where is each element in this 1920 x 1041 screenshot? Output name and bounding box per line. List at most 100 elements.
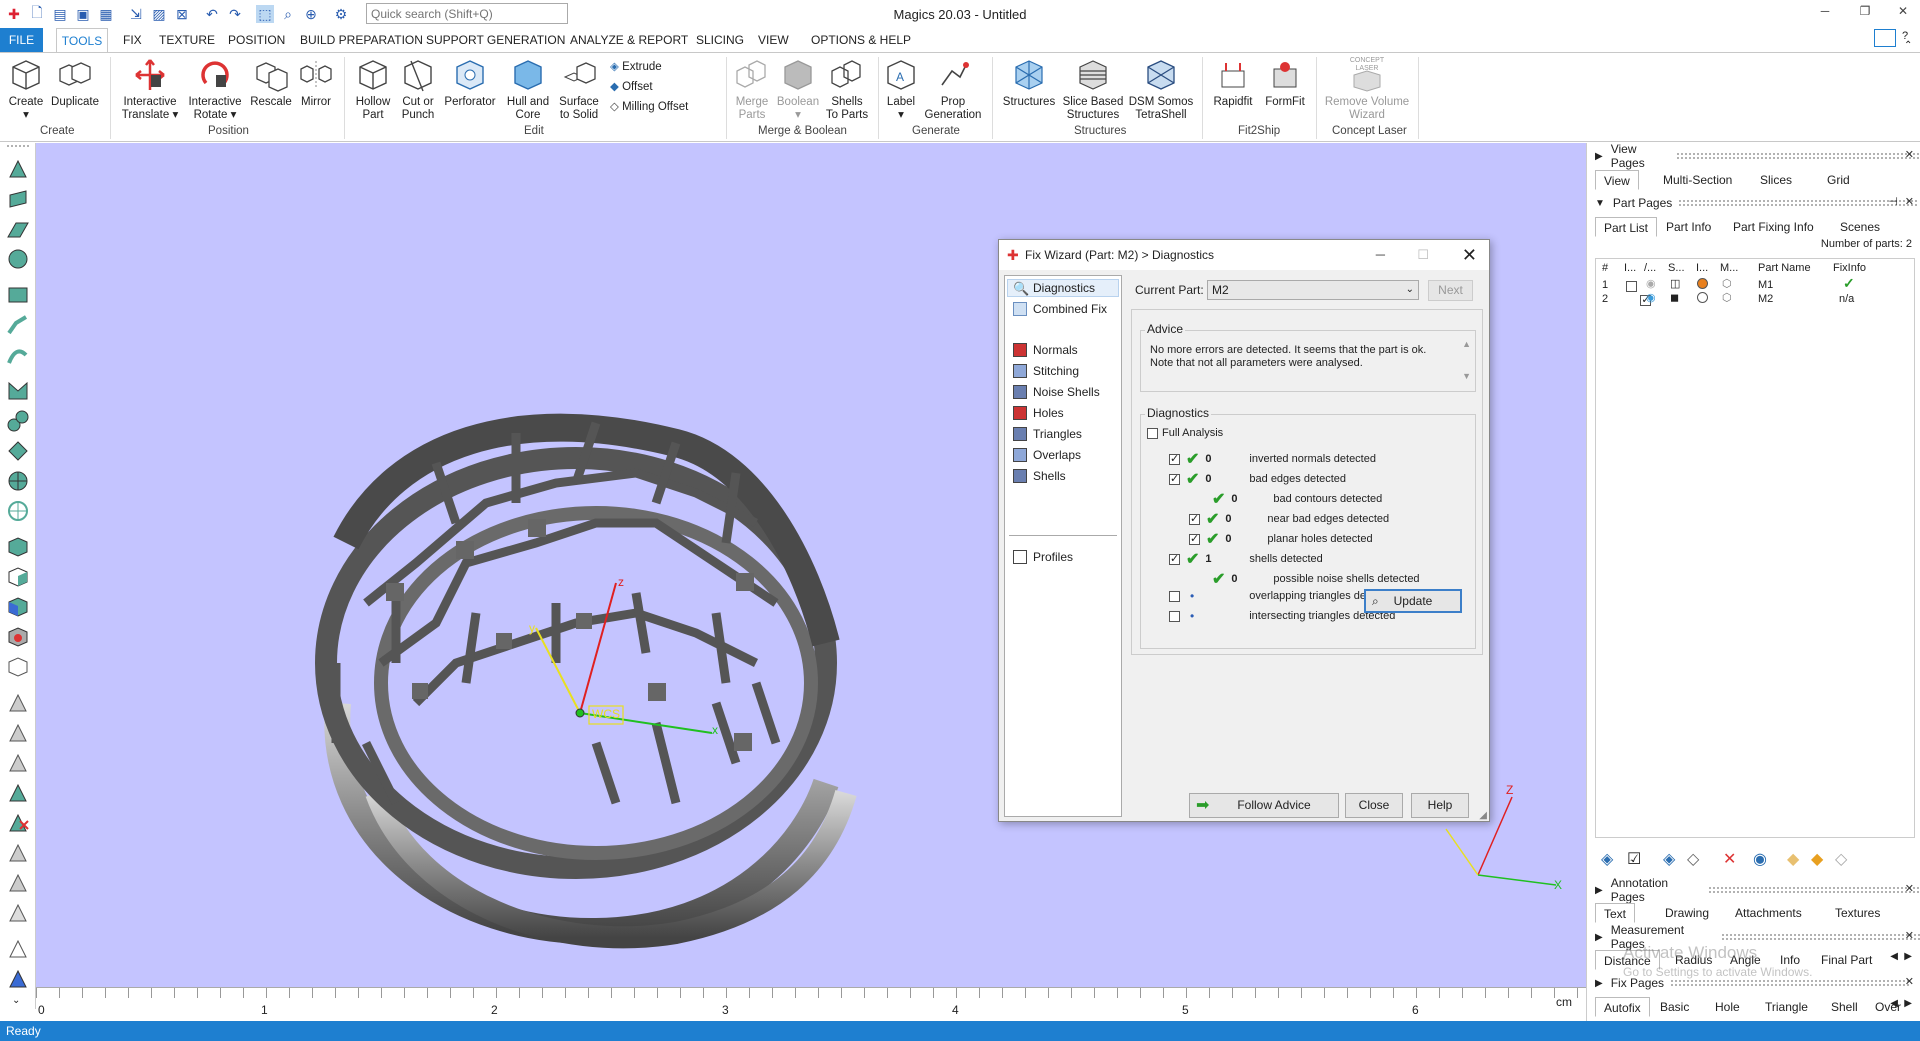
diag-checkbox[interactable] [1169, 590, 1180, 602]
part-settings-icon[interactable]: ◉ [1753, 849, 1767, 869]
tab-part-list[interactable]: Part List [1595, 217, 1658, 237]
select-shell-icon[interactable] [6, 247, 30, 271]
resize-grip-icon[interactable]: ◢ [1479, 810, 1487, 821]
scroll-down-icon[interactable]: ▼ [1462, 371, 1471, 381]
create-button[interactable]: Create ▾ [8, 57, 44, 122]
nav-triangles[interactable]: Triangles [1013, 427, 1082, 441]
diag-checkbox[interactable] [1169, 610, 1180, 622]
pin-part-pages-icon[interactable]: ⊣ [1888, 195, 1898, 208]
view-cube-green-icon[interactable] [6, 535, 30, 559]
close-view-pages-icon[interactable]: ✕ [1905, 148, 1914, 161]
toolbar-more-icon[interactable]: ⌄ [12, 995, 20, 1006]
tab-drawing[interactable]: Drawing [1665, 903, 1709, 923]
tab-multi-section[interactable]: Multi-Section [1663, 170, 1732, 190]
tab-scroll-right-icon[interactable]: ▶ [1904, 998, 1912, 1009]
visibility-eye-icon[interactable]: ◉ [1646, 277, 1656, 290]
tab-textures[interactable]: Textures [1835, 903, 1880, 923]
merge-parts-button[interactable]: Merge Parts [732, 57, 772, 122]
layout-icon[interactable] [1874, 29, 1896, 47]
dialog-minimize-button[interactable]: ─ [1376, 240, 1385, 270]
nav-combined-fix[interactable]: Combined Fix [1013, 302, 1107, 316]
machine-icon[interactable]: ⬡ [1722, 291, 1732, 304]
tab-scroll-right-icon[interactable]: ▶ [1904, 951, 1912, 962]
shells-to-parts-button[interactable]: Shells To Parts [824, 57, 870, 122]
duplicate-part-icon[interactable]: ◇ [1687, 849, 1699, 869]
mark-sphere-icon[interactable] [6, 469, 30, 493]
hollow-part-button[interactable]: Hollow Part [352, 57, 394, 122]
tag-edit-icon[interactable]: ◆ [1811, 849, 1823, 869]
full-analysis-checkbox[interactable] [1147, 427, 1158, 439]
close-button[interactable]: Close [1345, 793, 1403, 818]
select-plane-icon[interactable] [6, 217, 30, 241]
part-color-icon[interactable] [1697, 292, 1708, 303]
load-part-icon[interactable]: ◈ [1601, 849, 1613, 869]
tab-part-fixing-info[interactable]: Part Fixing Info [1733, 217, 1814, 237]
check-part-icon[interactable]: ☑ [1627, 849, 1641, 869]
col-header-part-name[interactable]: Part Name [1758, 262, 1811, 274]
nav-noise-shells[interactable]: Noise Shells [1013, 385, 1100, 399]
col-header-number[interactable]: # [1602, 262, 1608, 274]
mark-connected-icon[interactable] [6, 409, 30, 433]
close-measurement-pages-icon[interactable]: ✕ [1905, 929, 1914, 942]
view-cube-red-icon[interactable] [6, 625, 30, 649]
visibility-eye-icon[interactable]: ◉ [1646, 291, 1656, 304]
tab-shell[interactable]: Shell [1831, 997, 1858, 1017]
interactive-translate-button[interactable]: Interactive Translate ▾ [118, 57, 182, 122]
tag-remove-icon[interactable]: ◇ [1835, 849, 1847, 869]
minimize-window-button[interactable]: ─ [1812, 4, 1838, 18]
view-pages-header[interactable]: ▶ View Pages [1595, 142, 1920, 170]
diag-checkbox[interactable] [1169, 552, 1180, 565]
col-header-machine[interactable]: M... [1720, 262, 1738, 274]
menu-tab-support-generation[interactable]: SUPPORT GENERATION [426, 33, 565, 47]
machine-icon[interactable]: ⬡ [1722, 277, 1732, 290]
prop-generation-button[interactable]: Prop Generation [922, 57, 984, 122]
perforator-button[interactable]: Perforator [442, 57, 498, 109]
remove-part-icon[interactable]: ✕ [1723, 849, 1736, 869]
close-part-pages-icon[interactable]: ✕ [1905, 195, 1914, 208]
col-header-color[interactable]: I... [1696, 262, 1708, 274]
unload-part-icon[interactable]: ◈ [1663, 849, 1675, 869]
tab-grid[interactable]: Grid [1827, 170, 1850, 190]
shading-icon[interactable]: ◼ [1670, 291, 1679, 304]
menu-tab-tools[interactable]: TOOLS [56, 28, 108, 53]
menu-tab-file[interactable]: FILE [0, 28, 43, 52]
menu-tab-slicing[interactable]: SLICING [696, 33, 744, 47]
nav-holes[interactable]: Holes [1013, 406, 1064, 420]
close-annotation-pages-icon[interactable]: ✕ [1905, 882, 1914, 895]
triangle-tool-6-icon[interactable] [6, 901, 30, 925]
triangle-tool-5-icon[interactable] [6, 871, 30, 895]
diag-checkbox[interactable] [1169, 452, 1180, 465]
milling-offset-button[interactable]: ◇ Milling Offset [610, 99, 688, 113]
tab-scenes[interactable]: Scenes [1840, 217, 1880, 237]
tab-autofix[interactable]: Autofix [1595, 997, 1650, 1017]
dialog-maximize-button[interactable]: ☐ [1417, 240, 1429, 270]
mark-rectangle-icon[interactable] [6, 283, 30, 307]
mark-region-icon[interactable] [6, 379, 30, 403]
tag-icon[interactable]: ◆ [1787, 849, 1799, 869]
menu-tab-position[interactable]: POSITION [228, 33, 285, 47]
nav-overlaps[interactable]: Overlaps [1013, 448, 1081, 462]
nav-profiles[interactable]: Profiles [1013, 550, 1073, 564]
update-button[interactable]: ⌕ Update [1364, 589, 1462, 613]
triangle-tool-3-icon[interactable] [6, 751, 30, 775]
scroll-up-icon[interactable]: ▲ [1462, 339, 1471, 349]
part-pages-header[interactable]: ▼ Part Pages [1595, 194, 1919, 212]
col-header-fixinfo[interactable]: FixInfo [1833, 262, 1866, 274]
slice-based-structures-button[interactable]: Slice Based Structures [1062, 57, 1124, 122]
extrude-button[interactable]: ◈ Extrude [610, 59, 662, 73]
tab-basic[interactable]: Basic [1660, 997, 1689, 1017]
menu-tab-fix[interactable]: FIX [123, 33, 142, 47]
view-cube-front-icon[interactable] [6, 595, 30, 619]
triangle-tool-green-icon[interactable] [6, 781, 30, 805]
dialog-close-icon[interactable]: ✕ [1462, 240, 1477, 270]
nav-normals[interactable]: Normals [1013, 343, 1078, 357]
duplicate-button[interactable]: Duplicate [50, 57, 100, 109]
rapidfit-button[interactable]: Rapidfit [1208, 57, 1258, 109]
interactive-rotate-button[interactable]: Interactive Rotate ▾ [186, 57, 244, 122]
help-button[interactable]: Help [1411, 793, 1469, 818]
mirror-button[interactable]: Mirror [296, 57, 336, 109]
boolean-button[interactable]: Boolean ▾ [776, 57, 820, 122]
tab-attachments[interactable]: Attachments [1735, 903, 1802, 923]
triangle-outline-icon[interactable] [6, 937, 30, 961]
mark-curve-icon[interactable] [6, 343, 30, 367]
